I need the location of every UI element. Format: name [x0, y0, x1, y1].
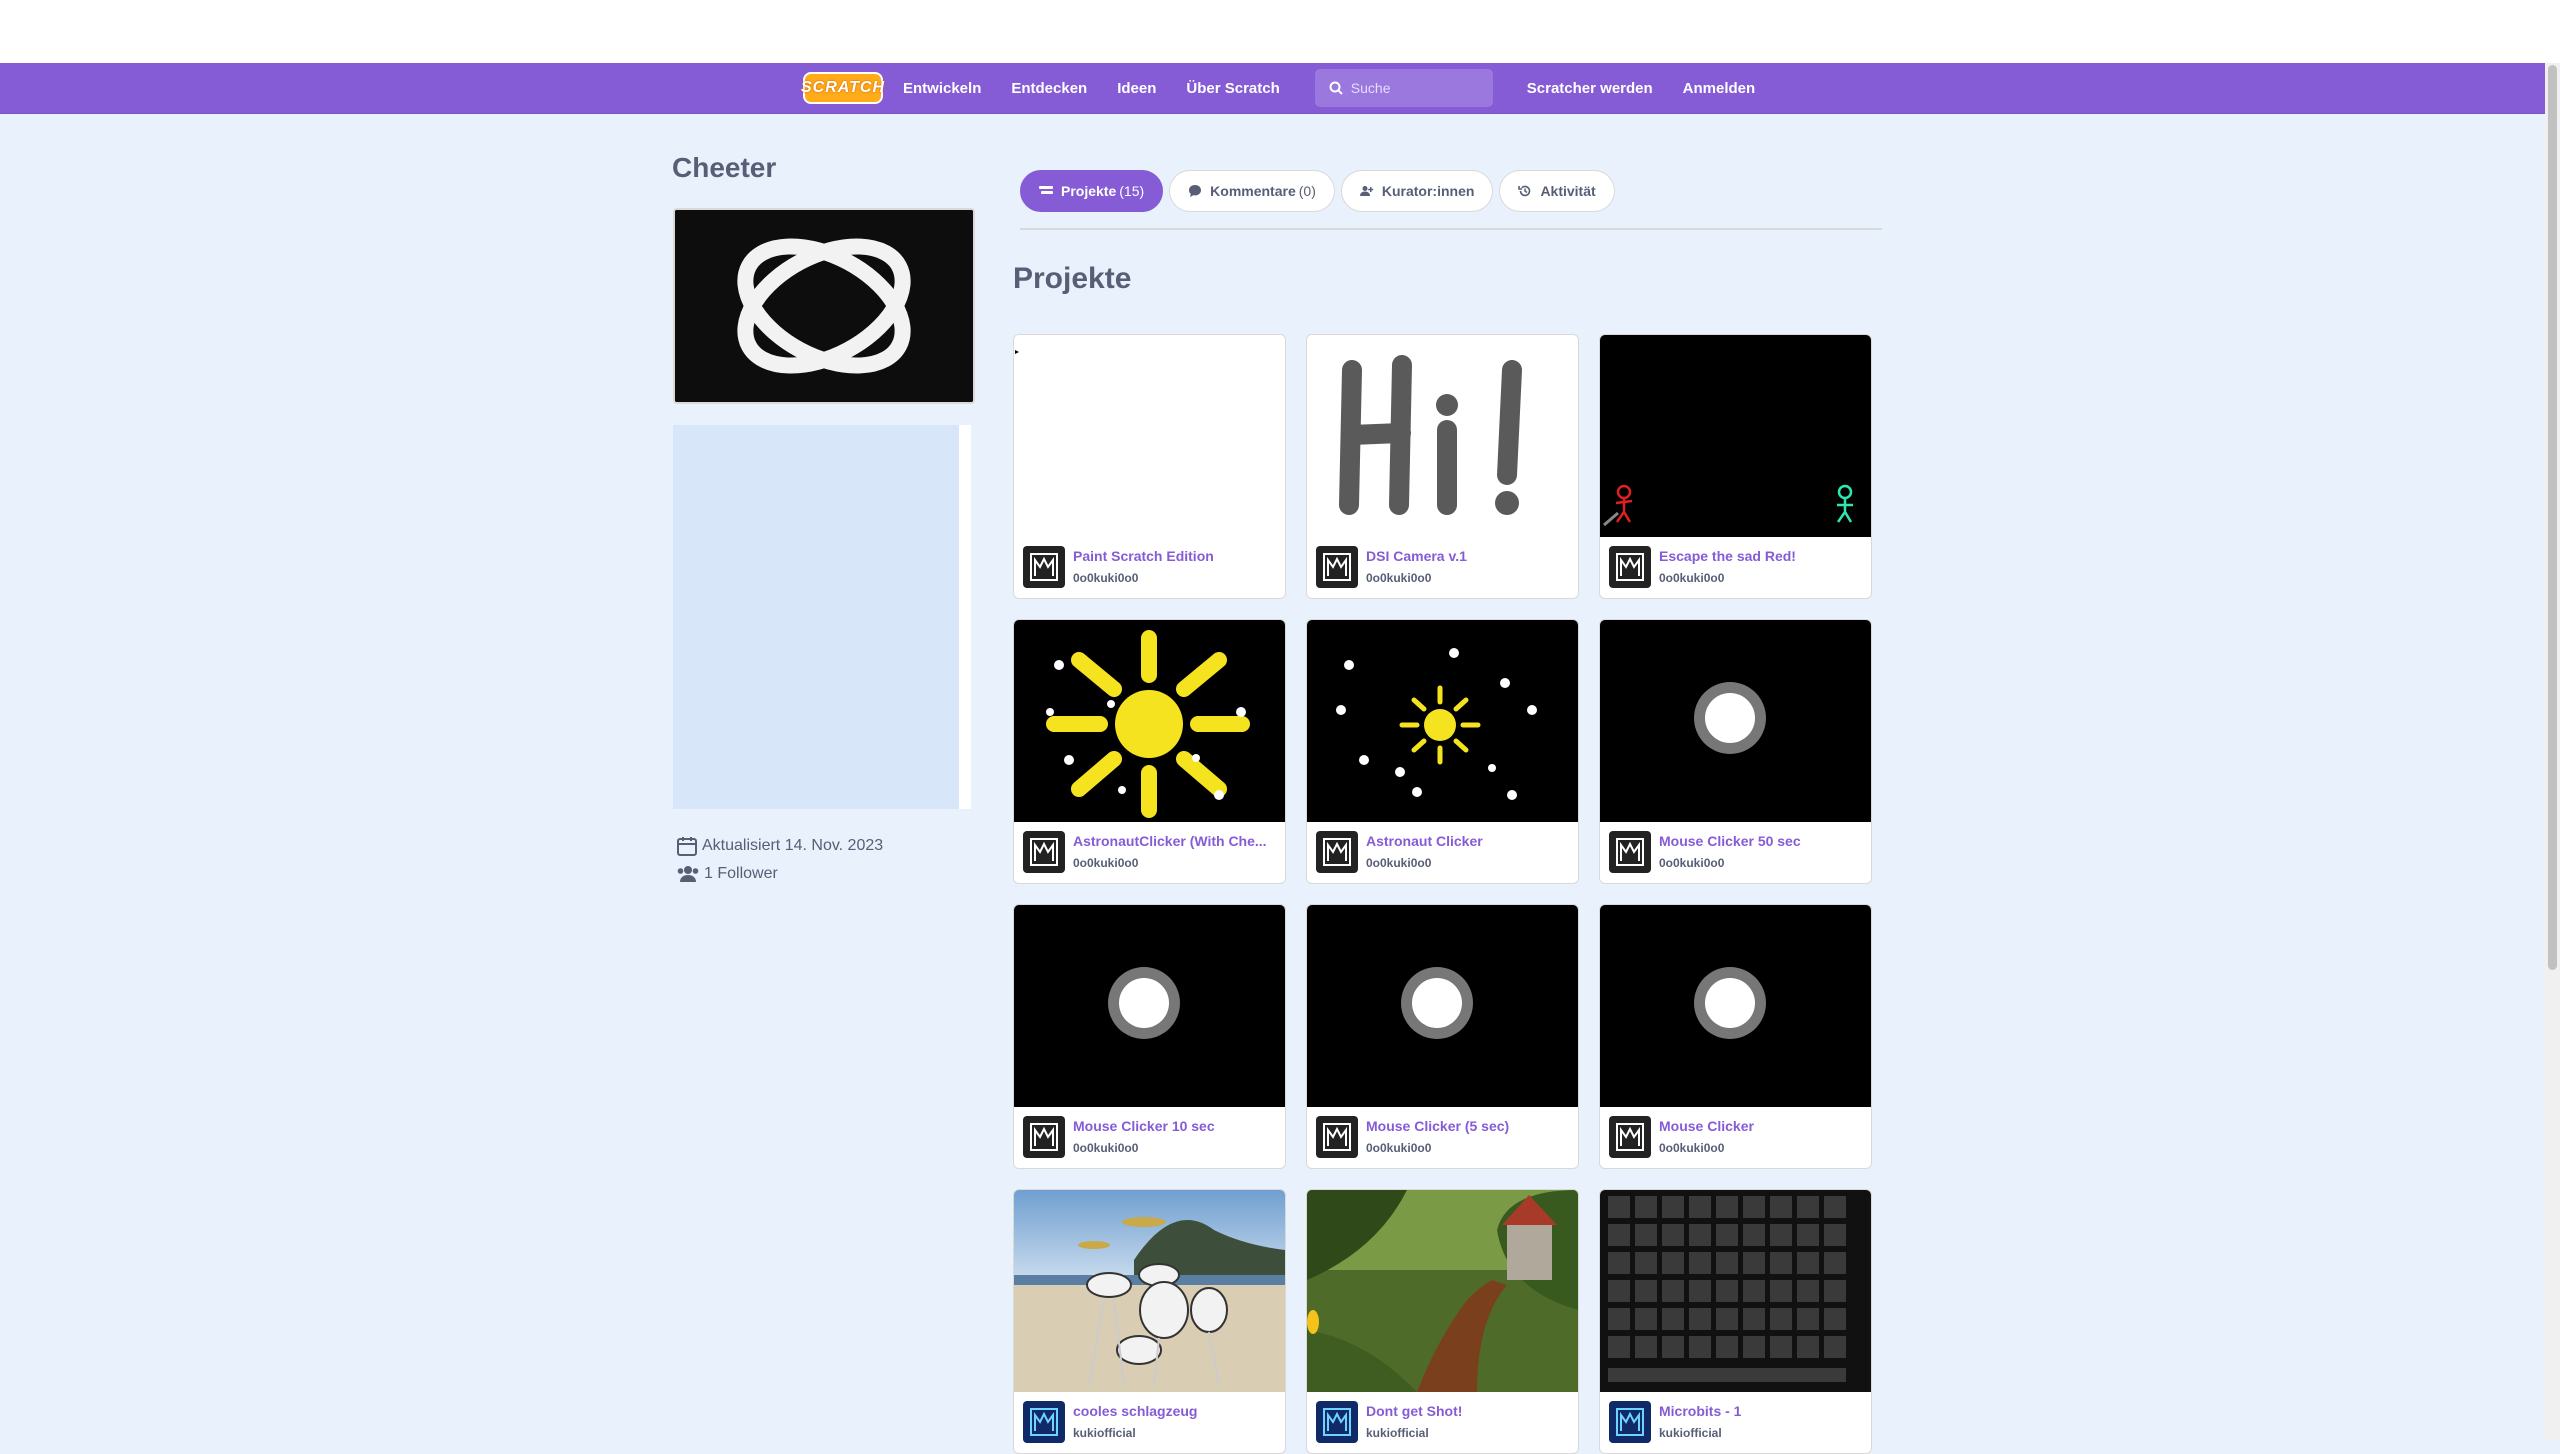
project-card[interactable]: Mouse Clicker 10 sec 0o0kuki0o0: [1013, 904, 1286, 1169]
tab-count: (0): [1298, 183, 1316, 199]
project-author[interactable]: 0o0kuki0o0: [1366, 1141, 1509, 1155]
tab-count: (15): [1119, 183, 1145, 199]
tab-label: Projekte: [1061, 183, 1117, 199]
project-author[interactable]: 0o0kuki0o0: [1366, 571, 1467, 585]
creator-avatar[interactable]: [1316, 1401, 1358, 1443]
creator-avatar[interactable]: [1316, 546, 1358, 588]
tabs-divider: [1020, 228, 1882, 230]
tab-comments[interactable]: Kommentare (0): [1169, 170, 1335, 212]
project-thumbnail[interactable]: [1307, 335, 1578, 537]
project-title[interactable]: Paint Scratch Edition: [1073, 548, 1214, 564]
creator-avatar[interactable]: [1023, 546, 1065, 588]
project-grid: Paint Scratch Edition 0o0kuki0o0 DSI Came…: [1013, 334, 1873, 1454]
project-thumbnail[interactable]: [1014, 335, 1285, 537]
project-card[interactable]: DSI Camera v.1 0o0kuki0o0: [1306, 334, 1579, 599]
creator-avatar[interactable]: [1023, 1401, 1065, 1443]
project-card[interactable]: Dont get Shot! kukiofficial: [1306, 1189, 1579, 1454]
project-title[interactable]: Dont get Shot!: [1366, 1403, 1462, 1419]
project-card[interactable]: Astronaut Clicker 0o0kuki0o0: [1306, 619, 1579, 884]
project-thumbnail[interactable]: [1014, 1190, 1285, 1392]
nav-link-ideas[interactable]: Ideen: [1117, 80, 1156, 97]
project-card[interactable]: Mouse Clicker 50 sec 0o0kuki0o0: [1599, 619, 1872, 884]
project-author[interactable]: 0o0kuki0o0: [1073, 856, 1267, 870]
project-title[interactable]: cooles schlagzeug: [1073, 1403, 1197, 1419]
profile-avatar: [673, 208, 975, 404]
tab-label: Kommentare: [1210, 183, 1296, 199]
project-title[interactable]: Mouse Clicker 10 sec: [1073, 1118, 1215, 1134]
project-author[interactable]: 0o0kuki0o0: [1073, 571, 1214, 585]
join-scratch-link[interactable]: Scratcher werden: [1527, 80, 1653, 97]
project-thumbnail[interactable]: [1600, 335, 1871, 537]
creator-avatar[interactable]: [1609, 1401, 1651, 1443]
project-card[interactable]: Mouse Clicker (5 sec) 0o0kuki0o0: [1306, 904, 1579, 1169]
project-thumbnail[interactable]: [1014, 620, 1285, 822]
project-card[interactable]: Microbits - 1 kukiofficial: [1599, 1189, 1872, 1454]
tab-label: Kurator:innen: [1381, 183, 1475, 199]
project-thumbnail[interactable]: [1307, 620, 1578, 822]
tab-label: Aktivität: [1540, 183, 1596, 199]
creator-avatar[interactable]: [1023, 831, 1065, 873]
search-icon: [1329, 81, 1343, 95]
project-author[interactable]: kukiofficial: [1073, 1426, 1197, 1440]
project-title[interactable]: Microbits - 1: [1659, 1403, 1741, 1419]
project-author[interactable]: 0o0kuki0o0: [1366, 856, 1483, 870]
nav-link-about[interactable]: Über Scratch: [1186, 80, 1279, 97]
profile-tabs: Projekte (15) Kommentare (0) Kurator:innen…: [1020, 170, 1621, 212]
project-title[interactable]: Mouse Clicker (5 sec): [1366, 1118, 1509, 1134]
add-person-icon: [1359, 186, 1374, 196]
followers-icon: [677, 866, 699, 882]
project-thumbnail[interactable]: [1600, 620, 1871, 822]
project-card[interactable]: Escape the sad Red! 0o0kuki0o0: [1599, 334, 1872, 599]
sign-in-link[interactable]: Anmelden: [1683, 80, 1756, 97]
tab-activity[interactable]: Aktivität: [1499, 170, 1615, 212]
project-title[interactable]: Mouse Clicker: [1659, 1118, 1754, 1134]
project-thumbnail[interactable]: [1014, 905, 1285, 1107]
browser-top-strip: [0, 0, 2560, 63]
project-thumbnail[interactable]: [1307, 905, 1578, 1107]
tab-curators[interactable]: Kurator:innen: [1340, 170, 1494, 212]
profile-username: Cheeter: [672, 152, 777, 183]
project-card[interactable]: cooles schlagzeug kukiofficial: [1013, 1189, 1286, 1454]
project-thumbnail[interactable]: [1600, 905, 1871, 1107]
project-author[interactable]: 0o0kuki0o0: [1659, 1141, 1754, 1155]
section-title: Projekte: [1013, 262, 1132, 295]
project-thumbnail[interactable]: [1307, 1190, 1578, 1392]
follower-count[interactable]: 1 Follower: [704, 865, 778, 883]
creator-avatar[interactable]: [1609, 831, 1651, 873]
scrollbar-thumb[interactable]: [2548, 65, 2557, 970]
project-card[interactable]: Paint Scratch Edition 0o0kuki0o0: [1013, 334, 1286, 599]
projects-icon: [1039, 186, 1053, 194]
nav-link-explore[interactable]: Entdecken: [1011, 80, 1087, 97]
project-thumbnail[interactable]: [1600, 1190, 1871, 1392]
last-updated: Aktualisiert 14. Nov. 2023: [702, 837, 884, 854]
project-card[interactable]: Mouse Clicker 0o0kuki0o0: [1599, 904, 1872, 1169]
creator-avatar[interactable]: [1609, 1116, 1651, 1158]
project-author[interactable]: kukiofficial: [1659, 1426, 1741, 1440]
search-input[interactable]: Suche: [1314, 69, 1493, 107]
calendar-icon: [677, 837, 697, 856]
navbar: SCRATCH Entwickeln Entdecken Ideen Über …: [0, 63, 2545, 114]
project-author[interactable]: 0o0kuki0o0: [1073, 1141, 1215, 1155]
creator-avatar[interactable]: [1609, 546, 1651, 588]
scratch-logo[interactable]: SCRATCH: [801, 72, 884, 104]
project-author[interactable]: 0o0kuki0o0: [1659, 856, 1801, 870]
project-author[interactable]: kukiofficial: [1366, 1426, 1462, 1440]
profile-meta: Aktualisiert 14. Nov. 2023 1 Follower: [676, 832, 883, 888]
nav-link-create[interactable]: Entwickeln: [903, 80, 981, 97]
creator-avatar[interactable]: [1316, 1116, 1358, 1158]
creator-avatar[interactable]: [1316, 831, 1358, 873]
project-title[interactable]: AstronautClicker (With Che...: [1073, 833, 1267, 849]
search-placeholder: Suche: [1350, 80, 1391, 96]
project-author[interactable]: 0o0kuki0o0: [1659, 571, 1796, 585]
project-title[interactable]: Astronaut Clicker: [1366, 833, 1483, 849]
creator-avatar[interactable]: [1023, 1116, 1065, 1158]
tab-projects[interactable]: Projekte (15): [1020, 170, 1164, 212]
history-icon: [1518, 185, 1531, 197]
comment-icon: [1189, 185, 1202, 197]
project-title[interactable]: Escape the sad Red!: [1659, 548, 1796, 564]
profile-about-box: [673, 425, 971, 809]
project-card[interactable]: AstronautClicker (With Che... 0o0kuki0o0: [1013, 619, 1286, 884]
project-title[interactable]: DSI Camera v.1: [1366, 548, 1467, 564]
project-title[interactable]: Mouse Clicker 50 sec: [1659, 833, 1801, 849]
